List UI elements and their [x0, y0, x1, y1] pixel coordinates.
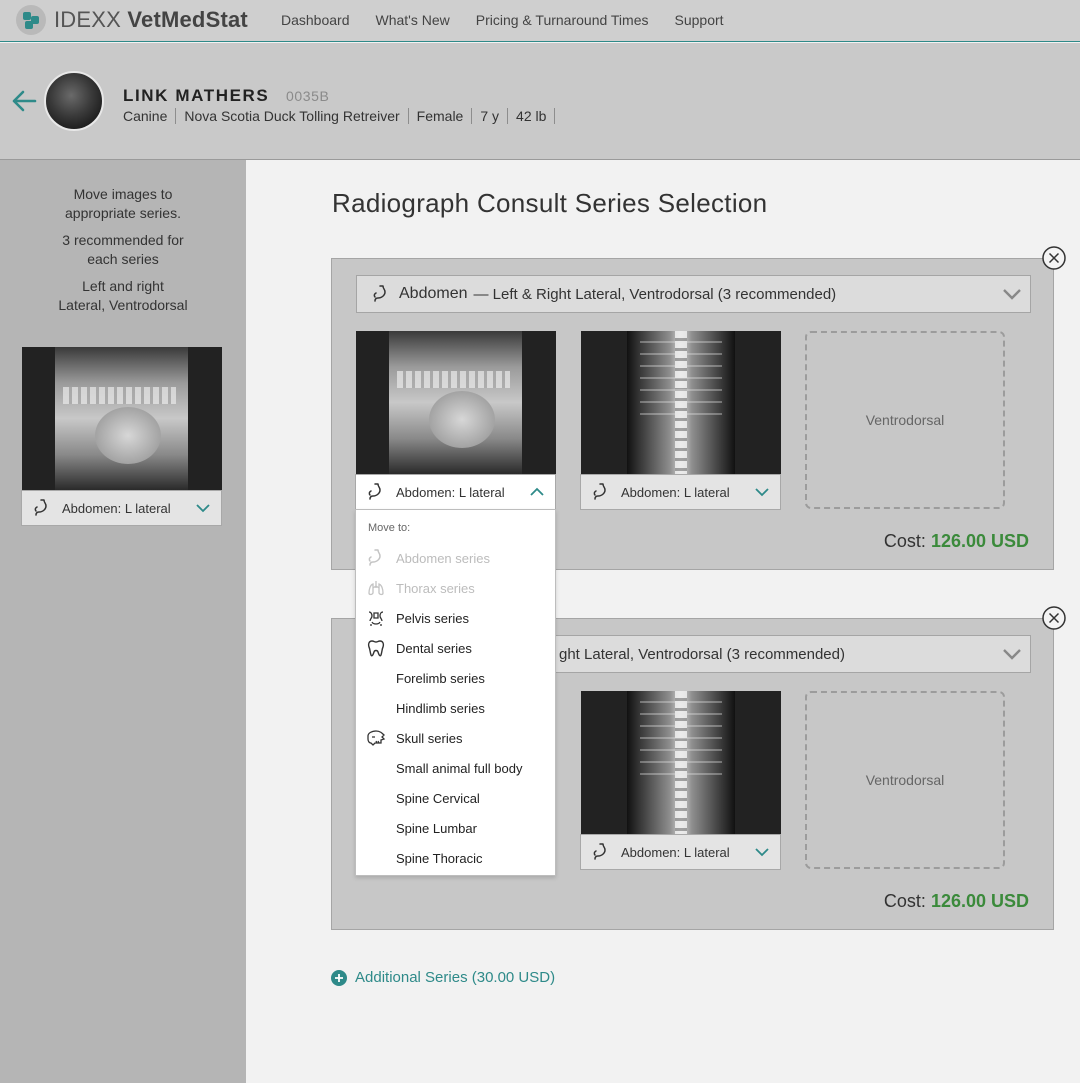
patient-name: LINK MATHERS	[123, 86, 270, 105]
menu-item-abdomen-series: Abdomen series	[356, 543, 555, 573]
patient-sex: Female	[409, 108, 473, 124]
chevron-down-icon	[1003, 649, 1021, 660]
menu-item-spine-cervical[interactable]: Spine Cervical	[356, 783, 555, 813]
unassigned-images-panel: Move images to appropriate series. 3 reco…	[0, 160, 246, 1083]
radiograph-thumbnail[interactable]	[581, 691, 781, 834]
patient-weight: 42 lb	[508, 108, 556, 124]
skull-icon	[367, 730, 386, 746]
app-logo[interactable]: IDEXX VetMedStat	[16, 5, 248, 35]
patient-details: Canine Nova Scotia Duck Tolling Retreive…	[123, 108, 556, 124]
pelvis-icon	[368, 611, 384, 626]
app-title: IDEXX VetMedStat	[54, 7, 248, 32]
menu-item-spine-thoracic[interactable]: Spine Thoracic	[356, 843, 555, 873]
image-label-dropdown[interactable]: Abdomen: L lateral	[21, 490, 222, 526]
image-label-dropdown[interactable]: Abdomen: L lateral	[580, 834, 781, 870]
menu-header: Move to:	[368, 522, 411, 534]
instruction-text: Move images to appropriate series.	[65, 186, 181, 221]
chevron-down-icon	[755, 488, 769, 497]
nav-pricing[interactable]: Pricing & Turnaround Times	[476, 12, 649, 28]
menu-item-pelvis-series[interactable]: Pelvis series	[356, 603, 555, 633]
menu-item-full-body[interactable]: Small animal full body	[356, 753, 555, 783]
instruction-text: Left and right Lateral, Ventrodorsal	[58, 278, 188, 313]
patient-age: 7 y	[472, 108, 509, 124]
menu-item-forelimb-series[interactable]: Forelimb series	[356, 663, 555, 693]
tooth-icon	[367, 640, 385, 657]
image-label-dropdown[interactable]: Abdomen: L lateral	[580, 474, 781, 510]
stomach-icon	[593, 483, 606, 500]
radiograph-thumbnail[interactable]	[22, 347, 222, 490]
menu-item-hindlimb-series[interactable]: Hindlimb series	[356, 693, 555, 723]
patient-id: 0035B	[286, 88, 330, 104]
move-to-menu: Move to: Abdomen series Thorax series Pe…	[355, 509, 556, 876]
plus-circle-icon	[331, 969, 347, 986]
stomach-icon	[368, 483, 381, 500]
main-nav: Dashboard What's New Pricing & Turnaroun…	[281, 12, 724, 28]
empty-image-slot[interactable]: Ventrodorsal	[805, 691, 1005, 869]
nav-dashboard[interactable]: Dashboard	[281, 12, 350, 28]
patient-breed: Nova Scotia Duck Tolling Retreiver	[176, 108, 409, 124]
top-nav-bar: IDEXX VetMedStat Dashboard What's New Pr…	[0, 0, 1080, 42]
nav-whats-new[interactable]: What's New	[376, 12, 450, 28]
page-title: Radiograph Consult Series Selection	[332, 188, 768, 218]
stomach-icon	[593, 843, 606, 860]
patient-species: Canine	[123, 108, 177, 124]
nav-support[interactable]: Support	[675, 12, 724, 28]
chevron-down-icon	[755, 848, 769, 857]
menu-item-skull-series[interactable]: Skull series	[356, 723, 555, 753]
instruction-text: 3 recommended for each series	[62, 232, 184, 267]
patient-avatar	[44, 71, 104, 131]
remove-series-icon[interactable]	[1041, 605, 1067, 631]
menu-item-dental-series[interactable]: Dental series	[356, 633, 555, 663]
stomach-icon	[368, 549, 381, 566]
stomach-icon	[373, 285, 386, 302]
idexx-logo-icon	[16, 5, 46, 35]
radiograph-thumbnail[interactable]	[581, 331, 781, 474]
chevron-up-icon	[530, 487, 544, 496]
remove-series-icon[interactable]	[1041, 245, 1067, 271]
back-arrow-icon[interactable]	[10, 87, 38, 115]
chevron-down-icon	[196, 504, 210, 513]
menu-item-thorax-series: Thorax series	[356, 573, 555, 603]
image-label-dropdown-open[interactable]: Abdomen: L lateral	[355, 474, 556, 510]
empty-image-slot[interactable]: Ventrodorsal	[805, 331, 1005, 509]
radiograph-thumbnail[interactable]	[356, 331, 556, 474]
series-cost: Cost: 126.00 USD	[883, 531, 1029, 551]
series-type-dropdown[interactable]: Abdomen — Left & Right Lateral, Ventrodo…	[356, 275, 1031, 313]
menu-item-spine-lumbar[interactable]: Spine Lumbar	[356, 813, 555, 843]
chevron-down-icon	[1003, 289, 1021, 300]
stomach-icon	[34, 499, 47, 516]
lungs-icon	[368, 581, 384, 596]
patient-header: LINK MATHERS 0035B Canine Nova Scotia Du…	[0, 43, 1080, 160]
series-cost: Cost: 126.00 USD	[883, 891, 1029, 911]
additional-series-button[interactable]: Additional Series (30.00 USD)	[331, 969, 555, 986]
